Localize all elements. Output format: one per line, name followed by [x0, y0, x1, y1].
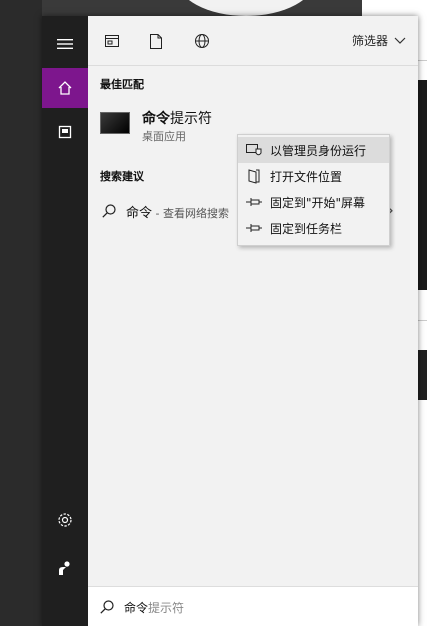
background-divider	[418, 320, 427, 321]
document-icon	[150, 33, 162, 49]
suggestions-heading: 搜索建议	[100, 170, 144, 183]
chevron-down-icon	[394, 37, 406, 44]
apps-filter-button[interactable]	[102, 31, 122, 51]
context-menu: 以管理员身份运行 打开文件位置 固定到"开始"屏幕 固定到任务栏	[237, 134, 390, 246]
best-match-result[interactable]: 命令提示符 桌面应用	[100, 108, 240, 150]
menu-item-open-file-location[interactable]: 打开文件位置	[238, 163, 389, 189]
menu-item-pin-to-start[interactable]: 固定到"开始"屏幕	[238, 189, 389, 215]
menu-item-run-as-admin[interactable]: 以管理员身份运行	[238, 137, 389, 163]
start-rail	[42, 16, 88, 626]
pin-icon	[238, 223, 270, 233]
globe-icon	[195, 34, 209, 48]
app-name-match: 命令	[142, 111, 170, 127]
command-prompt-app-icon	[100, 112, 130, 134]
search-completion-text: 提示符	[148, 601, 185, 615]
feedback-button[interactable]	[42, 548, 88, 588]
best-match-heading: 最佳匹配	[100, 78, 144, 91]
menu-item-pin-to-taskbar[interactable]: 固定到任务栏	[238, 215, 389, 241]
shield-run-icon	[238, 143, 270, 157]
search-typed-text: 命令	[124, 601, 149, 615]
desktop-left-strip	[0, 0, 42, 626]
background-divider	[418, 60, 427, 61]
menu-item-label: 以管理员身份运行	[270, 143, 367, 158]
start-menu: 筛选器 最佳匹配 命令提示符 桌面应用 搜索建议 命令 - 查看网络搜索 › 命…	[42, 16, 418, 626]
gear-icon	[58, 513, 72, 527]
filter-label: 筛选器	[351, 34, 388, 48]
app-name-rest: 提示符	[170, 111, 212, 127]
menu-item-label: 固定到任务栏	[270, 221, 343, 236]
documents-filter-button[interactable]	[146, 31, 166, 51]
search-icon	[100, 600, 114, 614]
menu-item-label: 固定到"开始"屏幕	[270, 195, 366, 210]
background-circle	[176, 0, 316, 16]
background-window-top	[42, 0, 362, 16]
suggestion-text: 命令 - 查看网络搜索	[126, 202, 229, 221]
pin-icon	[238, 197, 270, 207]
app-window-icon	[105, 35, 119, 47]
hamburger-icon	[57, 39, 73, 49]
home-icon	[58, 81, 72, 95]
search-toolbar: 筛选器	[88, 16, 418, 66]
filter-dropdown[interactable]: 筛选器	[352, 32, 406, 49]
settings-button[interactable]	[42, 500, 88, 540]
web-filter-button[interactable]	[192, 31, 212, 51]
notebook-icon	[58, 125, 72, 139]
background-dark-block	[418, 350, 427, 400]
app-name: 命令提示符	[142, 108, 212, 128]
suggestion-hint: - 查看网络搜索	[152, 207, 229, 220]
feedback-person-icon	[59, 561, 70, 575]
suggestion-query: 命令	[126, 206, 153, 221]
folder-open-icon	[238, 168, 270, 184]
app-type: 桌面应用	[142, 130, 186, 143]
search-query[interactable]: 命令提示符	[124, 599, 184, 616]
hamburger-menu-button[interactable]	[42, 24, 88, 64]
background-dark-block	[418, 80, 427, 290]
search-panel: 筛选器 最佳匹配 命令提示符 桌面应用 搜索建议 命令 - 查看网络搜索 › 命…	[88, 16, 418, 626]
search-icon	[102, 204, 116, 218]
notebook-button[interactable]	[42, 112, 88, 152]
home-button[interactable]	[42, 68, 88, 108]
search-box[interactable]: 命令提示符	[88, 586, 418, 626]
menu-item-label: 打开文件位置	[270, 169, 343, 184]
